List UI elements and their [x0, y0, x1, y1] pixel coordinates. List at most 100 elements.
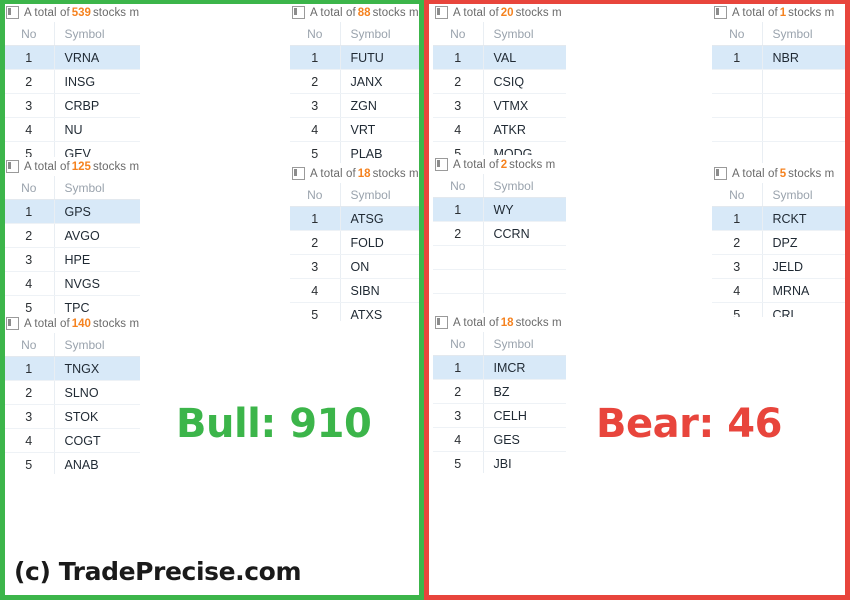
- column-header-no[interactable]: No: [4, 22, 55, 46]
- table-row[interactable]: 1 VRNA: [4, 45, 140, 70]
- cell-no: [712, 69, 763, 94]
- table-row[interactable]: 4 GES: [433, 427, 566, 452]
- checkbox-icon[interactable]: [6, 6, 19, 19]
- cell-no: 4: [4, 271, 55, 296]
- table-row[interactable]: 5 PLAB: [290, 141, 421, 163]
- table-row[interactable]: 3 STOK: [4, 404, 140, 429]
- table-row[interactable]: 1 WY: [433, 197, 566, 222]
- cell-no: 2: [712, 230, 763, 255]
- table-row[interactable]: 3 CELH: [433, 403, 566, 428]
- checkbox-icon[interactable]: [714, 6, 727, 19]
- table-row[interactable]: 3 ON: [290, 254, 421, 279]
- column-header-no[interactable]: No: [290, 22, 341, 46]
- column-header-symbol[interactable]: Symbol: [762, 183, 846, 207]
- table-row[interactable]: 1 RCKT: [712, 206, 846, 231]
- table-row-empty: [433, 269, 566, 294]
- cell-symbol: JANX: [340, 69, 421, 94]
- table-row[interactable]: 2 JANX: [290, 69, 421, 94]
- table-row[interactable]: 2 CSIQ: [433, 69, 566, 94]
- table-row[interactable]: 2 AVGO: [4, 223, 140, 248]
- checkbox-icon[interactable]: [6, 160, 19, 173]
- column-header-symbol[interactable]: Symbol: [483, 174, 566, 198]
- cell-symbol: STOK: [54, 404, 140, 429]
- column-header-symbol[interactable]: Symbol: [483, 332, 566, 356]
- table-row[interactable]: 2 CCRN: [433, 221, 566, 246]
- stock-table-p1: No Symbol 1 VRNA 2 INSG 3 CRBP 4 NU 5 GEV: [4, 22, 140, 163]
- cell-symbol: ATXS: [340, 302, 421, 321]
- table-row[interactable]: 4 SIBN: [290, 278, 421, 303]
- panel-header-p4: A total of 88 stocks m: [290, 3, 421, 22]
- table-row[interactable]: 4 COGT: [4, 428, 140, 453]
- table-row[interactable]: 1 ATSG: [290, 206, 421, 231]
- column-header-symbol[interactable]: Symbol: [340, 183, 421, 207]
- panel-header-prefix: A total of: [310, 6, 356, 19]
- column-header-no[interactable]: No: [712, 22, 763, 46]
- table-row[interactable]: 2 BZ: [433, 379, 566, 404]
- checkbox-icon[interactable]: [435, 6, 448, 19]
- table-row[interactable]: 3 CRBP: [4, 93, 140, 118]
- cell-symbol: CSIQ: [483, 69, 566, 94]
- table-row[interactable]: 5 JBI: [433, 451, 566, 473]
- cell-no: 3: [4, 404, 55, 429]
- table-row[interactable]: 4 VRT: [290, 117, 421, 142]
- cell-no: 2: [433, 379, 484, 404]
- table-header-row: No Symbol: [433, 332, 566, 356]
- checkbox-icon[interactable]: [292, 167, 305, 180]
- table-row[interactable]: 1 FUTU: [290, 45, 421, 70]
- column-header-no[interactable]: No: [4, 176, 55, 200]
- cell-no: 1: [433, 355, 484, 380]
- column-header-symbol[interactable]: Symbol: [762, 22, 846, 46]
- column-header-no[interactable]: No: [433, 22, 484, 46]
- table-row[interactable]: 3 JELD: [712, 254, 846, 279]
- table-row[interactable]: 2 SLNO: [4, 380, 140, 405]
- table-row[interactable]: 1 TNGX: [4, 356, 140, 381]
- table-row[interactable]: 1 GPS: [4, 199, 140, 224]
- checkbox-icon[interactable]: [714, 167, 727, 180]
- checkbox-icon[interactable]: [435, 316, 448, 329]
- cell-no: 1: [290, 45, 341, 70]
- table-row[interactable]: 4 MRNA: [712, 278, 846, 303]
- column-header-symbol[interactable]: Symbol: [340, 22, 421, 46]
- table-row[interactable]: 5 ANAB: [4, 452, 140, 474]
- table-header-row: No Symbol: [712, 183, 846, 207]
- cell-symbol: INSG: [54, 69, 140, 94]
- cell-symbol: JELD: [762, 254, 846, 279]
- column-header-no[interactable]: No: [4, 333, 55, 357]
- cell-symbol: NVGS: [54, 271, 140, 296]
- table-row[interactable]: 1 IMCR: [433, 355, 566, 380]
- column-header-no[interactable]: No: [433, 332, 484, 356]
- table-row[interactable]: 2 DPZ: [712, 230, 846, 255]
- cell-no: [712, 141, 763, 163]
- table-row[interactable]: 5 CRL: [712, 302, 846, 317]
- panel-header-prefix: A total of: [24, 160, 70, 173]
- checkbox-icon[interactable]: [292, 6, 305, 19]
- column-header-symbol[interactable]: Symbol: [54, 22, 140, 46]
- panel-header-p2: A total of 125 stocks m: [4, 157, 140, 176]
- table-row[interactable]: 2 FOLD: [290, 230, 421, 255]
- column-header-symbol[interactable]: Symbol: [54, 176, 140, 200]
- table-row[interactable]: 1 NBR: [712, 45, 846, 70]
- checkbox-icon[interactable]: [6, 317, 19, 330]
- table-row[interactable]: 3 VTMX: [433, 93, 566, 118]
- table-row[interactable]: 4 NU: [4, 117, 140, 142]
- panel-header-prefix: A total of: [453, 6, 499, 19]
- stock-table-p2: No Symbol 1 GPS 2 AVGO 3 HPE 4 NVGS 5 TPC: [4, 176, 140, 317]
- table-row[interactable]: 4 NVGS: [4, 271, 140, 296]
- cell-no: 1: [712, 206, 763, 231]
- column-header-no[interactable]: No: [712, 183, 763, 207]
- column-header-no[interactable]: No: [433, 174, 484, 198]
- cell-no: 3: [290, 93, 341, 118]
- table-row[interactable]: 2 INSG: [4, 69, 140, 94]
- column-header-no[interactable]: No: [290, 183, 341, 207]
- table-row[interactable]: 4 ATKR: [433, 117, 566, 142]
- table-row[interactable]: 3 ZGN: [290, 93, 421, 118]
- table-row[interactable]: 1 VAL: [433, 45, 566, 70]
- column-header-symbol[interactable]: Symbol: [483, 22, 566, 46]
- table-row[interactable]: 3 HPE: [4, 247, 140, 272]
- column-header-symbol[interactable]: Symbol: [54, 333, 140, 357]
- cell-no: 1: [4, 45, 55, 70]
- table-row[interactable]: 5 ATXS: [290, 302, 421, 321]
- stock-panel-p3: A total of 140 stocks m No Symbol 1 TNGX 2 SLNO 3…: [4, 314, 140, 474]
- panel-header-suffix: stocks m: [788, 6, 835, 19]
- checkbox-icon[interactable]: [435, 158, 448, 171]
